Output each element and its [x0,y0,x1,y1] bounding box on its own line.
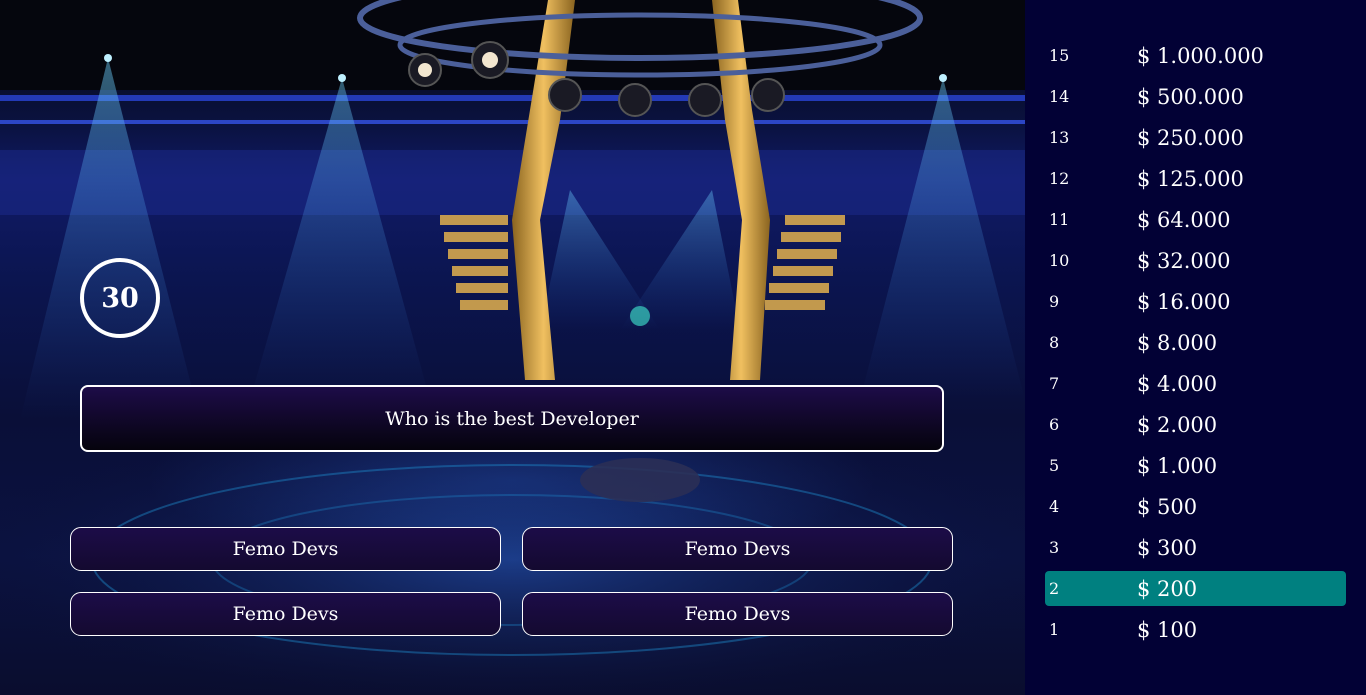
rung-amount: $ 1.000.000 [1137,43,1264,68]
rung-number: 11 [1049,210,1070,229]
rung-amount: $ 64.000 [1137,207,1231,232]
rung-amount: $ 300 [1137,535,1198,560]
question-box: Who is the best Developer [80,385,944,452]
answer-grid: Femo Devs Femo Devs Femo Devs Femo Devs [70,527,954,636]
rung-number: 8 [1049,333,1060,352]
ladder-rung-4: 4 $ 500 [1045,489,1346,524]
rung-number: 1 [1049,620,1060,639]
game-stage: 30 Who is the best Developer Femo Devs F… [0,0,1025,695]
rung-number: 15 [1049,46,1070,65]
rung-number: 9 [1049,292,1060,311]
rung-amount: $ 125.000 [1137,166,1244,191]
rung-amount: $ 500.000 [1137,84,1244,109]
rung-amount: $ 16.000 [1137,289,1231,314]
ladder-rung-9: 9 $ 16.000 [1045,284,1346,319]
rung-number: 10 [1049,251,1070,270]
game-screen: 30 Who is the best Developer Femo Devs F… [0,0,1366,695]
rung-amount: $ 4.000 [1137,371,1218,396]
ladder-rung-12: 12 $ 125.000 [1045,161,1346,196]
ladder-rung-14: 14 $ 500.000 [1045,79,1346,114]
ladder-rung-1: 1 $ 100 [1045,612,1346,647]
ladder-rung-11: 11 $ 64.000 [1045,202,1346,237]
money-ladder: 15 $ 1.000.000 14 $ 500.000 13 $ 250.000… [1025,0,1366,695]
rung-amount: $ 2.000 [1137,412,1218,437]
rung-amount: $ 100 [1137,617,1198,642]
rung-number: 4 [1049,497,1060,516]
answer-option-c[interactable]: Femo Devs [70,592,501,636]
ladder-rung-5: 5 $ 1.000 [1045,448,1346,483]
answer-option-b[interactable]: Femo Devs [522,527,953,571]
ladder-rung-6: 6 $ 2.000 [1045,407,1346,442]
rung-amount: $ 250.000 [1137,125,1244,150]
ladder-rung-3: 3 $ 300 [1045,530,1346,565]
rung-amount: $ 1.000 [1137,453,1218,478]
rung-amount: $ 500 [1137,494,1198,519]
ladder-rung-2-current: 2 $ 200 [1045,571,1346,606]
rung-number: 14 [1049,87,1070,106]
rung-number: 12 [1049,169,1070,188]
answer-option-d[interactable]: Femo Devs [522,592,953,636]
rung-number: 5 [1049,456,1060,475]
answer-option-a[interactable]: Femo Devs [70,527,501,571]
rung-number: 2 [1049,579,1060,598]
ladder-rung-7: 7 $ 4.000 [1045,366,1346,401]
ladder-rung-15: 15 $ 1.000.000 [1045,38,1346,73]
rung-number: 3 [1049,538,1060,557]
countdown-timer: 30 [80,258,160,338]
rung-amount: $ 8.000 [1137,330,1218,355]
rung-amount: $ 32.000 [1137,248,1231,273]
rung-number: 13 [1049,128,1070,147]
rung-number: 7 [1049,374,1060,393]
ladder-rung-8: 8 $ 8.000 [1045,325,1346,360]
ladder-rung-13: 13 $ 250.000 [1045,120,1346,155]
rung-amount: $ 200 [1137,576,1198,601]
question-text: Who is the best Developer [385,407,639,430]
rung-number: 6 [1049,415,1060,434]
ladder-rung-10: 10 $ 32.000 [1045,243,1346,278]
